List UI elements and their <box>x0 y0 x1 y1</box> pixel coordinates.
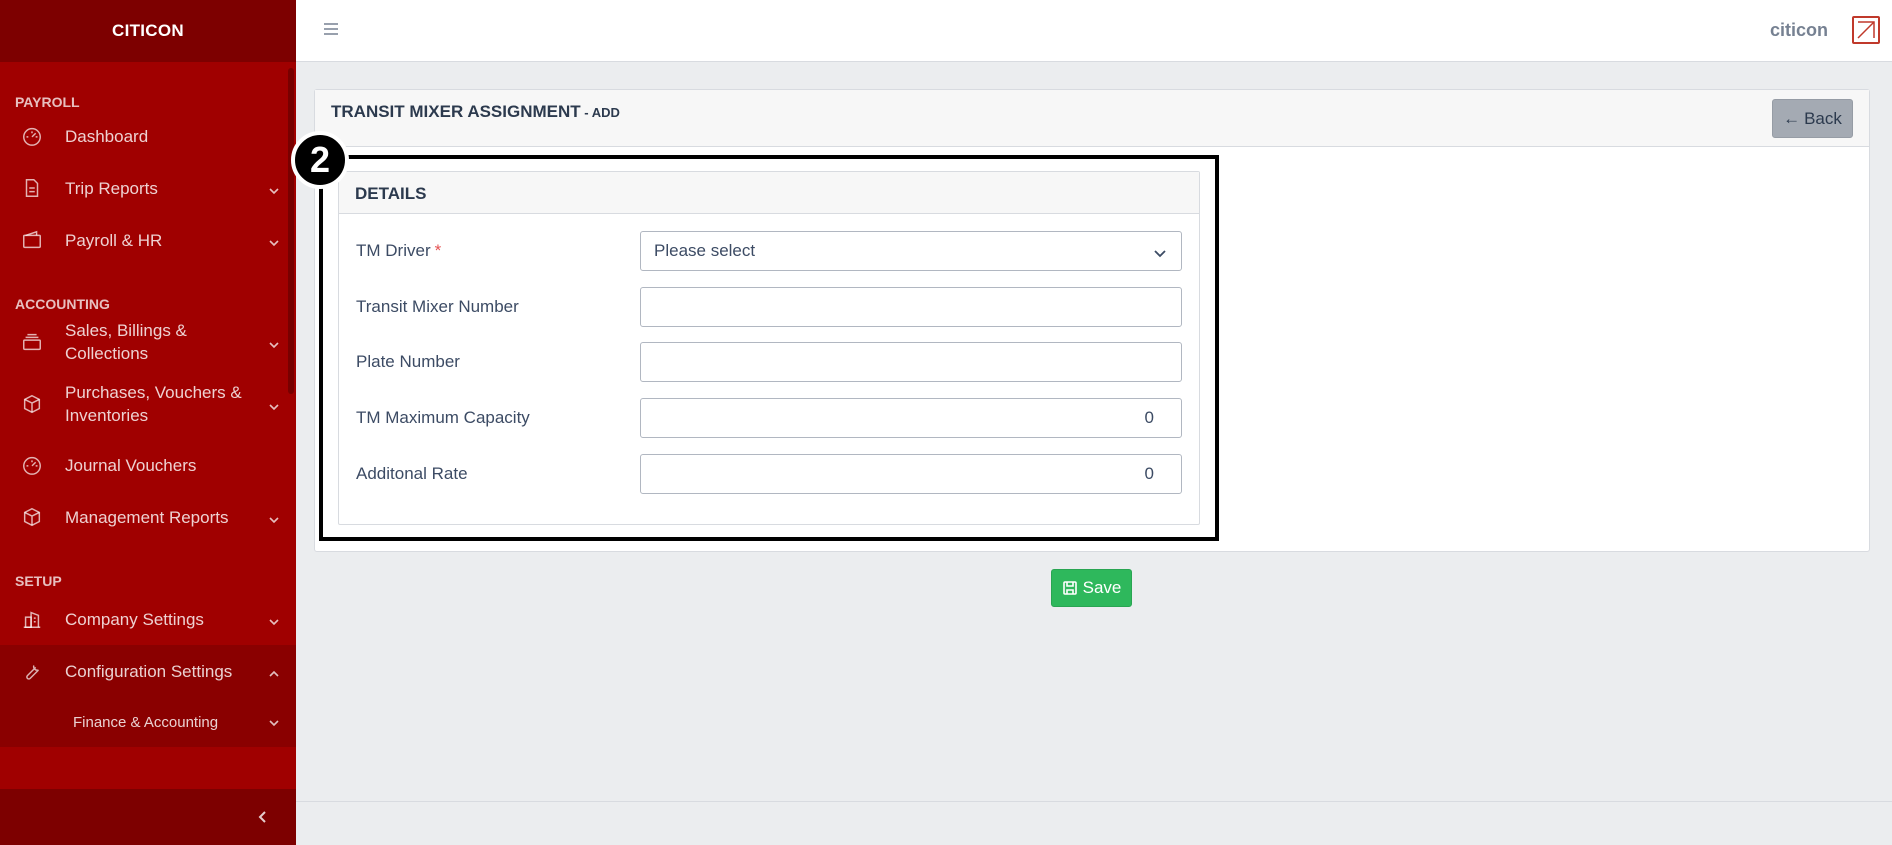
avatar-icon <box>1857 21 1875 39</box>
user-name[interactable]: citicon <box>1770 20 1828 41</box>
layers-icon <box>20 330 44 354</box>
sidebar-item-journal-vouchers[interactable]: Journal Vouchers <box>0 439 296 491</box>
sidebar-item-company-settings[interactable]: Company Settings <box>0 593 296 645</box>
back-button[interactable]: ← Back <box>1772 99 1853 138</box>
wallet-icon <box>20 228 44 252</box>
save-button-label: Save <box>1082 578 1122 597</box>
brand-logo[interactable]: CITICON <box>0 0 296 62</box>
chevron-down-icon <box>268 182 280 195</box>
annotation-box <box>319 155 1219 541</box>
page-title-main: TRANSIT MIXER ASSIGNMENT <box>331 102 581 121</box>
footer-divider <box>296 801 1892 802</box>
card-header: TRANSIT MIXER ASSIGNMENT - ADD ← Back <box>315 90 1869 147</box>
sidebar-item-label: Trip Reports <box>65 178 158 198</box>
arrow-left-icon: ← <box>1783 108 1801 128</box>
sidebar-item-purchases[interactable]: Purchases, Vouchers & Inventories <box>0 368 296 439</box>
sidebar-item-label: Payroll & HR <box>65 230 163 250</box>
chevron-down-icon <box>268 234 280 247</box>
sidebar: CITICON PAYROLL Dashboard Trip Reports P… <box>0 0 296 845</box>
sidebar-item-label: Purchases, Vouchers & Inventories <box>65 382 242 425</box>
annotation-badge: 2 <box>291 131 349 189</box>
sidebar-item-trip-reports[interactable]: Trip Reports <box>0 162 296 214</box>
cube-icon <box>20 505 44 529</box>
sidebar-item-label: Journal Vouchers <box>65 455 197 475</box>
building-icon <box>20 607 44 631</box>
chevron-down-icon <box>268 511 280 524</box>
avatar[interactable] <box>1852 16 1880 44</box>
nav-section-payroll: PAYROLL <box>15 94 80 110</box>
chevron-down-icon <box>268 613 280 626</box>
chevron-up-icon <box>268 665 280 677</box>
wrench-icon <box>20 659 44 683</box>
cube-icon <box>20 392 44 416</box>
sidebar-item-dashboard[interactable]: Dashboard <box>0 110 296 162</box>
back-button-label: Back <box>1804 108 1842 128</box>
nav-section-accounting: ACCOUNTING <box>15 296 110 312</box>
sidebar-item-label: Configuration Settings <box>65 661 233 681</box>
page-title-sub: - ADD <box>580 105 620 120</box>
menu-toggle-button[interactable] <box>322 20 342 40</box>
speedometer-icon <box>20 453 44 477</box>
sidebar-subitem-label: Finance & Accounting <box>73 713 219 731</box>
chevron-left-icon <box>258 811 266 823</box>
sidebar-minimize-button[interactable] <box>0 789 296 845</box>
sidebar-item-label: Company Settings <box>65 609 204 629</box>
sidebar-item-management-reports[interactable]: Management Reports <box>0 491 296 543</box>
sidebar-item-sales-billings[interactable]: Sales, Billings & Collections <box>0 316 296 368</box>
sidebar-subitem-finance-accounting[interactable]: Finance & Accounting <box>0 697 296 747</box>
top-header: citicon <box>296 0 1892 62</box>
sidebar-item-label: Management Reports <box>65 507 229 527</box>
hamburger-icon <box>324 23 338 35</box>
sidebar-item-label: Dashboard <box>65 126 149 146</box>
sidebar-item-configuration-settings[interactable]: Configuration Settings <box>0 645 296 697</box>
chevron-down-icon <box>268 398 280 410</box>
chevron-down-icon <box>268 336 280 349</box>
save-icon <box>1062 581 1077 595</box>
speedometer-icon <box>20 124 44 148</box>
nav-section-setup: SETUP <box>15 573 62 589</box>
sidebar-item-label: Sales, Billings & Collections <box>65 321 187 363</box>
sidebar-nav: PAYROLL Dashboard Trip Reports Payroll &… <box>0 62 296 789</box>
document-icon <box>20 176 44 200</box>
save-button[interactable]: Save <box>1051 569 1132 607</box>
sidebar-item-payroll-hr[interactable]: Payroll & HR <box>0 214 296 266</box>
chevron-down-icon <box>268 716 280 728</box>
page-title: TRANSIT MIXER ASSIGNMENT - ADD <box>331 102 620 122</box>
